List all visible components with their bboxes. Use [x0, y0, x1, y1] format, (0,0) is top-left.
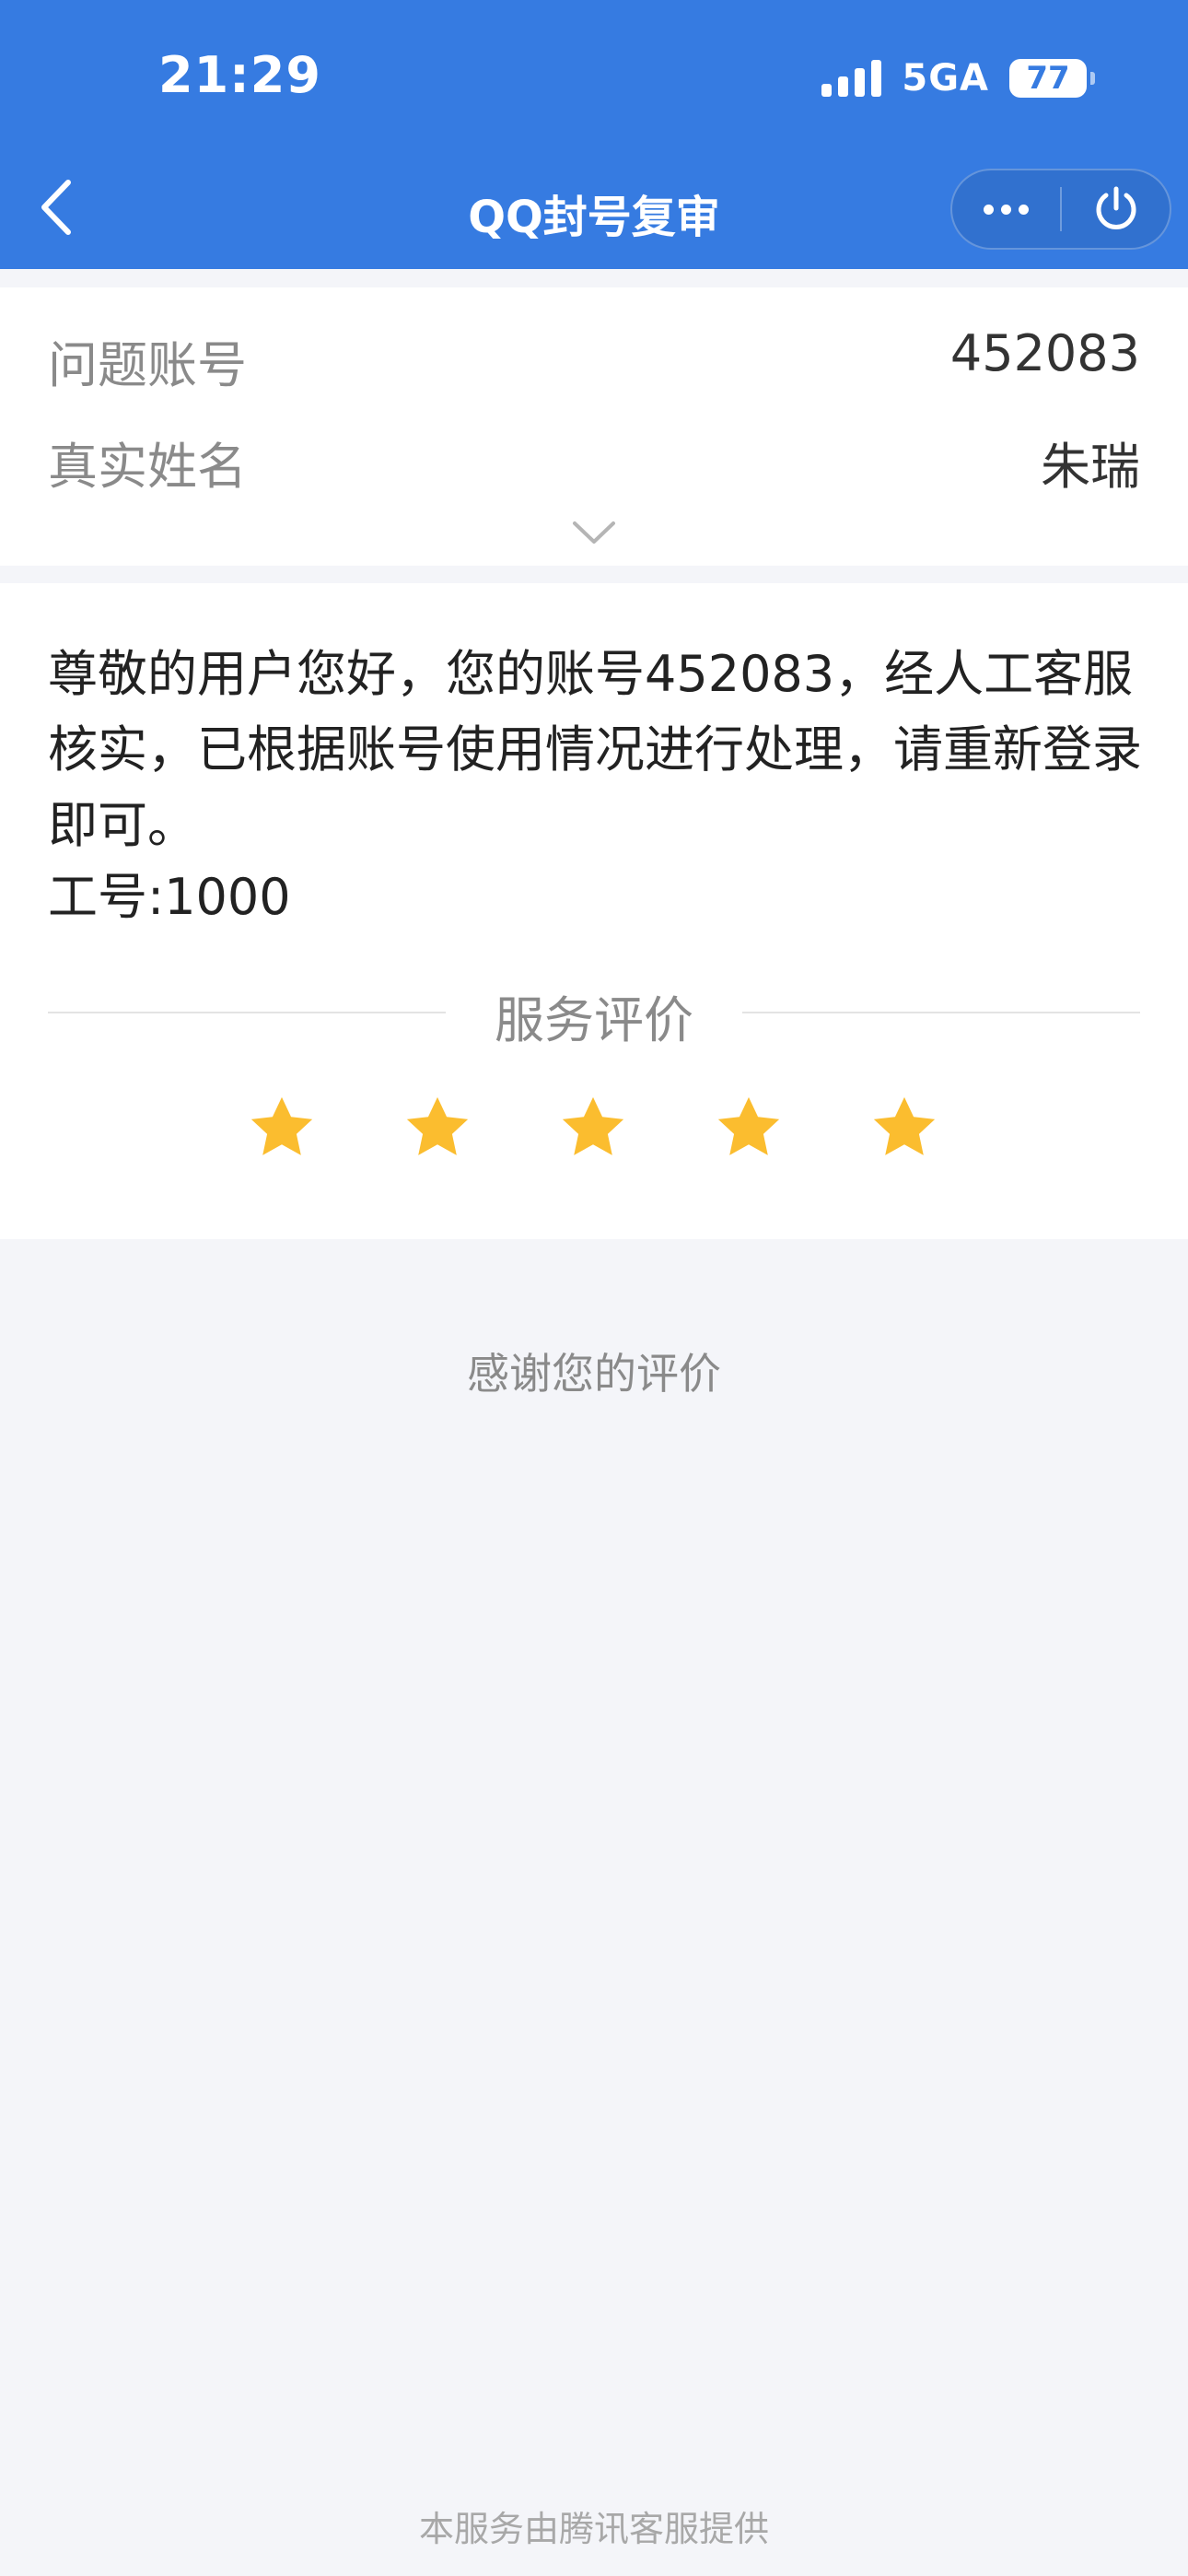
- star-icon[interactable]: [557, 1092, 629, 1164]
- divider: [742, 1012, 1140, 1013]
- result-message: 尊敬的用户您好，您的账号452083，经人工客服核实，已根据账号使用情况进行处理…: [48, 645, 1142, 854]
- thanks-message: 感谢您的评价: [467, 1349, 721, 1399]
- star-rating: [0, 1092, 1188, 1175]
- star-icon[interactable]: [713, 1092, 785, 1164]
- chevron-down-icon: [573, 521, 615, 544]
- rating-title: 服务评价: [495, 991, 693, 1049]
- battery-level: 77: [1026, 60, 1070, 97]
- star-icon[interactable]: [868, 1092, 940, 1164]
- power-icon: [1096, 186, 1136, 229]
- star-icon[interactable]: [246, 1092, 318, 1164]
- info-label: 真实姓名: [48, 438, 247, 496]
- star-icon[interactable]: [402, 1092, 473, 1164]
- more-button[interactable]: [952, 170, 1060, 248]
- battery-icon: 77: [1009, 59, 1095, 98]
- info-value: 朱瑞: [1041, 438, 1140, 496]
- header: 21:29 5GA 77 QQ封号复审: [0, 0, 1188, 269]
- signal-icon: [821, 60, 882, 97]
- account-info-card: 问题账号 452083 真实姓名 朱瑞: [0, 287, 1188, 566]
- network-type: 5GA: [902, 57, 989, 100]
- info-value: 452083: [949, 324, 1140, 382]
- more-dots-icon: [984, 204, 994, 215]
- work-id: 工号:1000: [48, 868, 291, 926]
- info-label: 问题账号: [48, 336, 247, 394]
- footer-note: 本服务由腾讯客服提供: [418, 2509, 769, 2549]
- status-time: 21:29: [158, 46, 321, 104]
- expand-button[interactable]: [571, 518, 617, 545]
- status-indicators: 5GA 77: [821, 57, 1095, 100]
- close-button[interactable]: [1062, 170, 1170, 248]
- mini-program-capsule: [950, 169, 1171, 250]
- rating-header: 服务评价: [48, 979, 1140, 1049]
- result-message-card: 尊敬的用户您好，您的账号452083，经人工客服核实，已根据账号使用情况进行处理…: [0, 583, 1188, 1239]
